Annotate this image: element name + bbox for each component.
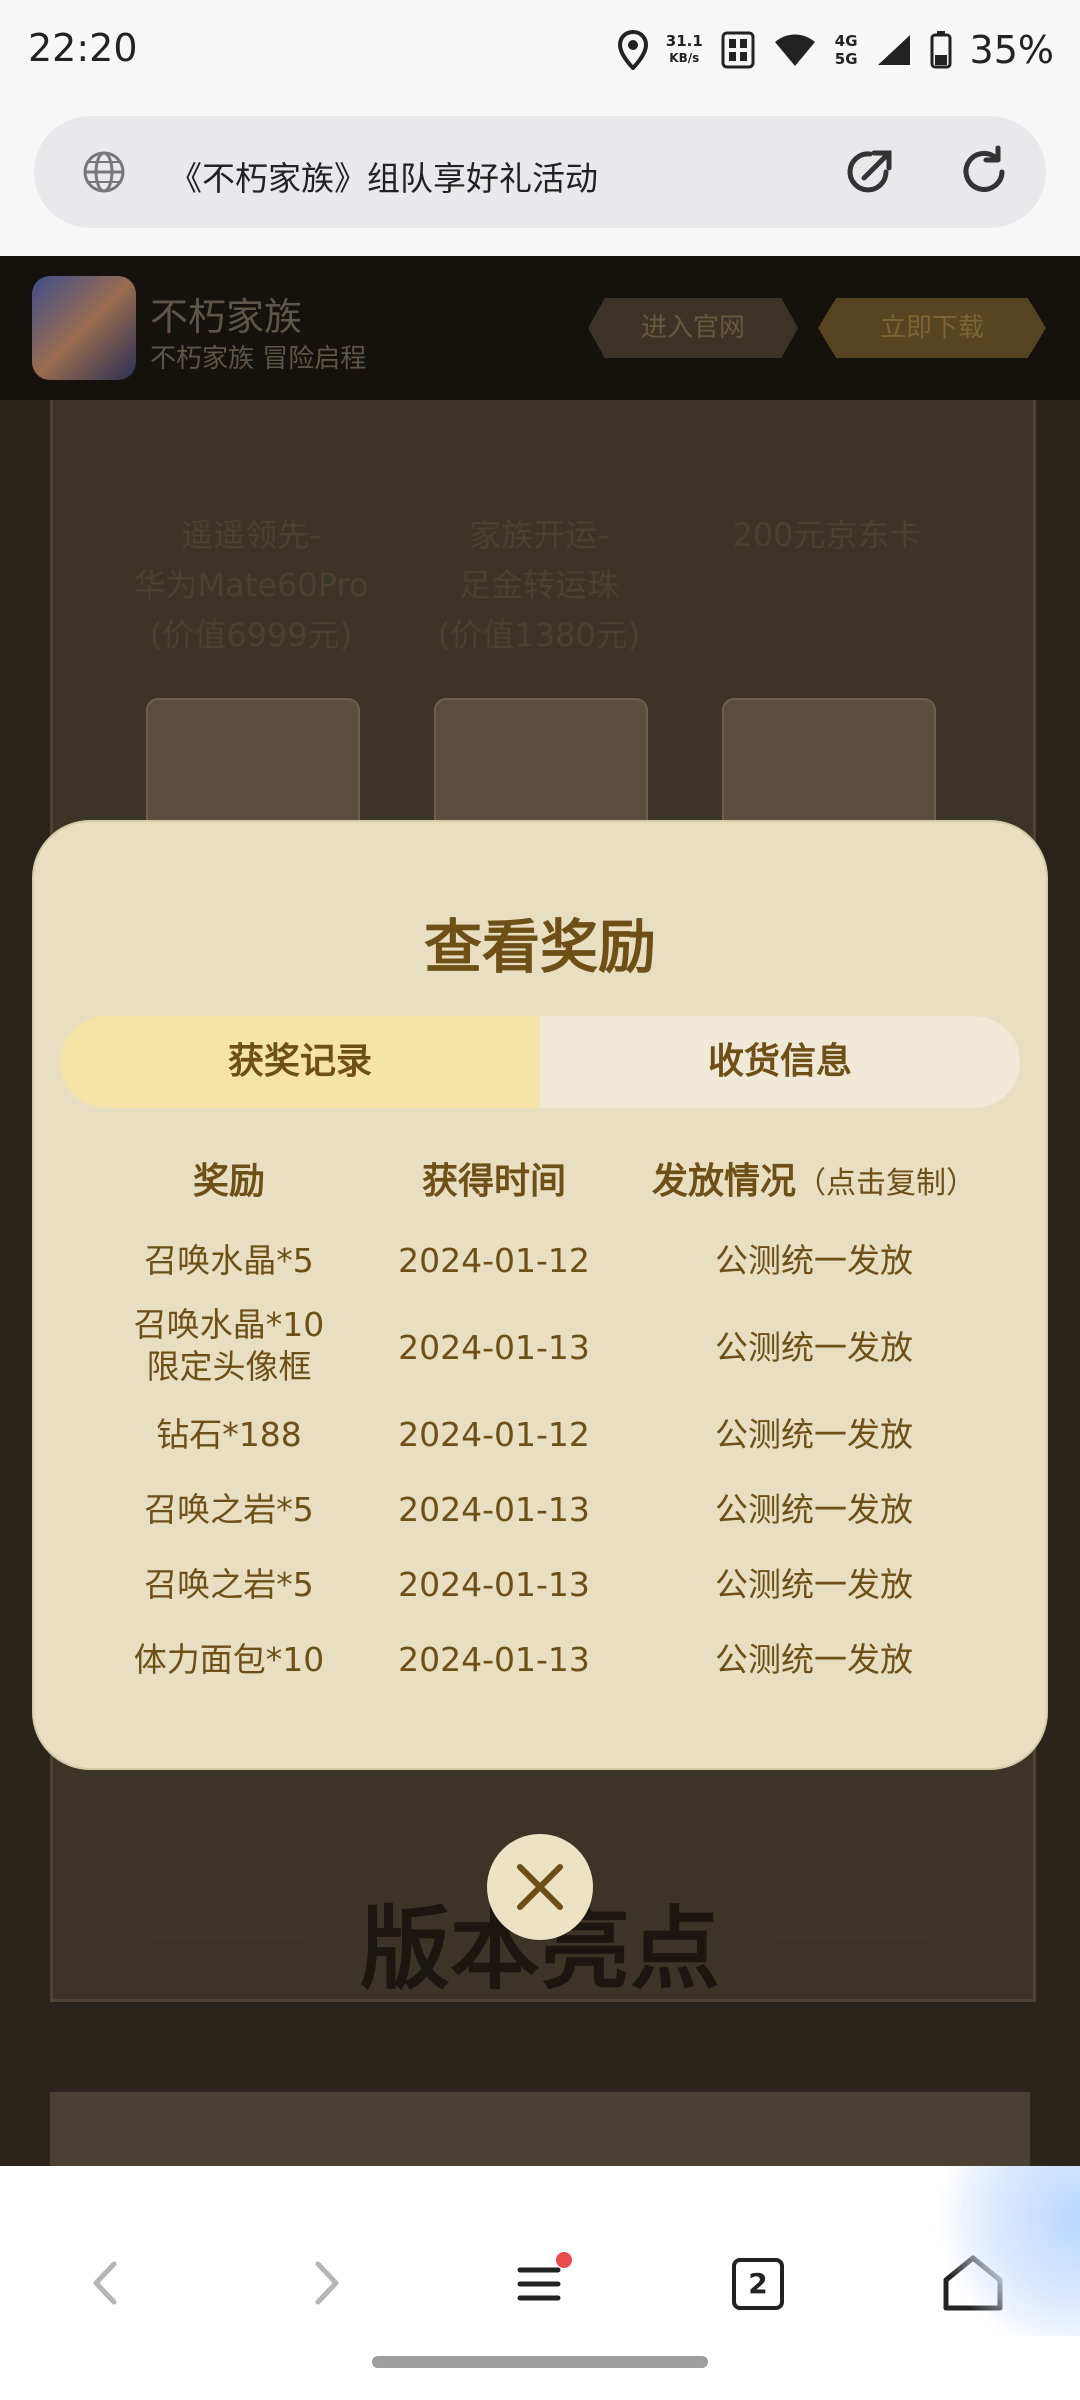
address-bar[interactable]: 《不朽家族》组队享好礼活动 <box>34 116 1046 228</box>
app-icon <box>32 276 136 380</box>
row-3-status[interactable]: 公测统一发放 <box>624 1414 1004 1456</box>
app-banner: 不朽家族 不朽家族 冒险启程 进入官网 立即下载 <box>0 256 1080 400</box>
wifi-icon <box>774 34 815 66</box>
battery-percent: 35% <box>969 28 1054 72</box>
nfc-icon <box>721 31 755 69</box>
reload-icon[interactable] <box>956 144 1012 200</box>
highlight-image <box>50 2092 1030 2166</box>
tab-shipping-info[interactable]: 收货信息 <box>540 1016 1020 1108</box>
network-type-bottom: 5G <box>834 50 858 68</box>
row-4-status[interactable]: 公测统一发放 <box>624 1489 1004 1531</box>
tab-award-records[interactable]: 获奖记录 <box>60 1016 540 1108</box>
prize-label-3: 200元京东卡 <box>732 516 922 554</box>
app-name: 不朽家族 <box>150 295 303 339</box>
net-speed-unit: KB/s <box>669 51 700 65</box>
close-dialog-button[interactable] <box>487 1834 593 1940</box>
location-icon <box>617 30 648 70</box>
status-icons: 31.1 KB/s 4G 5G 35% <box>617 22 1054 78</box>
column-header-time: 获得时间 <box>421 1161 566 1202</box>
row-6-reward: 体力面包*10 <box>133 1640 325 1679</box>
column-header-status: 发放情况（点击复制） <box>624 1152 1004 1204</box>
network-type-top: 4G <box>834 32 858 50</box>
copy-hint: （点击复制） <box>796 1166 976 1201</box>
row-6-status[interactable]: 公测统一发放 <box>624 1639 1004 1681</box>
tab-count: 2 <box>732 2258 784 2310</box>
network-type: 4G 5G <box>835 32 858 68</box>
signal-icon <box>877 35 910 65</box>
dialog-title: 查看奖励 <box>423 913 656 981</box>
notification-dot <box>556 2252 572 2268</box>
close-icon <box>517 1864 563 1910</box>
row-3-time: 2024-01-12 <box>398 1415 590 1454</box>
net-speed: 31.1 KB/s <box>666 33 703 67</box>
net-speed-value: 31.1 <box>665 32 703 50</box>
page-title[interactable]: 《不朽家族》组队享好礼活动 <box>169 152 598 200</box>
row-5-time: 2024-01-13 <box>398 1565 590 1604</box>
row-4-time: 2024-01-13 <box>398 1490 590 1529</box>
rewards-dialog: 查看奖励 获奖记录 收货信息 奖励 获得时间 发放情况（点击复制） 召唤水晶*5… <box>34 822 1046 1768</box>
row-2-reward: 召唤水晶*10 限定头像框 <box>133 1305 325 1386</box>
row-3-reward: 钻石*188 <box>156 1415 302 1454</box>
row-1-status[interactable]: 公测统一发放 <box>624 1240 1004 1282</box>
row-2-time: 2024-01-13 <box>398 1328 590 1367</box>
column-header-status-label: 发放情况 <box>651 1161 796 1202</box>
download-button[interactable]: 立即下载 <box>818 298 1046 358</box>
assistant-floating-icon[interactable] <box>930 2166 1080 2336</box>
back-icon[interactable] <box>72 2248 142 2318</box>
battery-icon <box>930 31 952 69</box>
row-1-reward: 召唤水晶*5 <box>144 1241 314 1280</box>
prize-label-2: 家族开运- 足金转运珠 (价值1380元) <box>437 516 641 654</box>
row-2-status[interactable]: 公测统一发放 <box>624 1327 1004 1369</box>
menu-icon[interactable] <box>506 2248 576 2318</box>
column-header-reward: 奖励 <box>192 1161 265 1202</box>
tabs-button[interactable]: 2 <box>722 2248 792 2318</box>
prize-label-1: 遥遥领先- 华为Mate60Pro (价值6999元) <box>133 516 369 654</box>
share-icon[interactable] <box>842 144 898 200</box>
row-4-reward: 召唤之岩*5 <box>144 1490 314 1529</box>
gesture-bar <box>372 2356 708 2368</box>
forward-icon[interactable] <box>290 2248 360 2318</box>
status-bar: 22:20 31.1 KB/s 4G 5G 35% <box>0 0 1080 100</box>
app-subtitle: 不朽家族 冒险启程 <box>150 344 367 374</box>
dialog-tabs: 获奖记录 收货信息 <box>60 1016 1020 1108</box>
row-6-time: 2024-01-13 <box>398 1640 590 1679</box>
globe-icon <box>83 151 125 193</box>
browser-toolbar: 《不朽家族》组队享好礼活动 <box>0 100 1080 256</box>
enter-site-button[interactable]: 进入官网 <box>588 298 798 358</box>
status-time: 22:20 <box>28 26 138 70</box>
row-5-status[interactable]: 公测统一发放 <box>624 1564 1004 1606</box>
row-1-time: 2024-01-12 <box>398 1241 590 1280</box>
row-5-reward: 召唤之岩*5 <box>144 1565 314 1604</box>
